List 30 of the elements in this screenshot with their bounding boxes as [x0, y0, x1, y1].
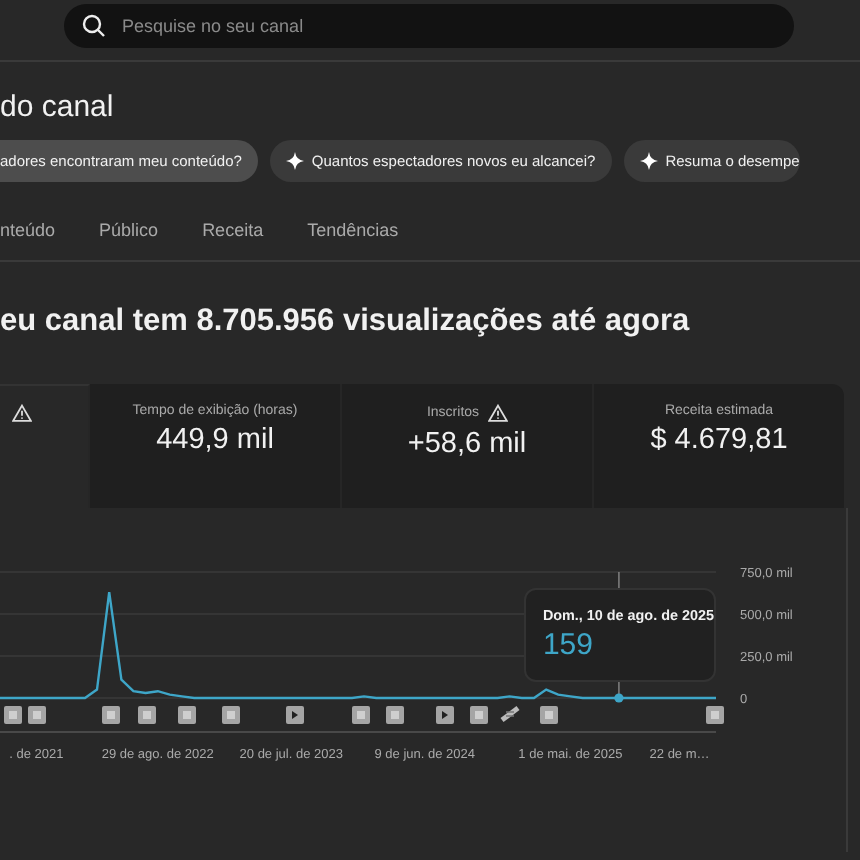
data-point — [614, 693, 624, 703]
video-marker-icon[interactable] — [352, 706, 370, 724]
views-headline: eu canal tem 8.705.956 visualizações até agora — [0, 304, 690, 340]
tooltip-value: 159 — [542, 628, 593, 662]
tab[interactable]: Público — [99, 220, 159, 240]
video-marker-icon[interactable] — [28, 706, 46, 724]
tab[interactable]: nteúdo — [0, 220, 56, 240]
link-marker-icon[interactable] — [500, 706, 520, 722]
sparkle-icon — [639, 152, 658, 170]
search-bar[interactable]: Pesquise no seu canal — [64, 4, 794, 48]
page-title: do canal — [0, 90, 114, 124]
video-marker-icon[interactable] — [102, 706, 120, 724]
sparkle-icon — [285, 152, 304, 170]
video-marker-icon[interactable] — [138, 706, 156, 724]
metric-value: 449,9 mil — [156, 424, 274, 456]
video-marker-icon[interactable] — [436, 706, 454, 724]
metric-value: $ 4.679,81 — [650, 424, 788, 456]
search-icon — [82, 14, 106, 38]
video-marker-icon[interactable] — [178, 706, 196, 724]
video-marker-icon[interactable] — [4, 706, 22, 724]
metric-value: +58,6 mil — [407, 428, 527, 460]
video-marker-icon[interactable] — [540, 706, 558, 724]
tab[interactable]: Tendências — [307, 220, 399, 240]
tab[interactable]: Receita — [202, 220, 264, 240]
video-marker-icon[interactable] — [706, 706, 724, 724]
video-marker-icon[interactable] — [222, 706, 240, 724]
video-marker-icon[interactable] — [386, 706, 404, 724]
video-marker-icon[interactable] — [470, 706, 488, 724]
search-field[interactable]: Pesquise no seu canal — [122, 16, 722, 36]
video-marker-icon[interactable] — [286, 706, 304, 724]
